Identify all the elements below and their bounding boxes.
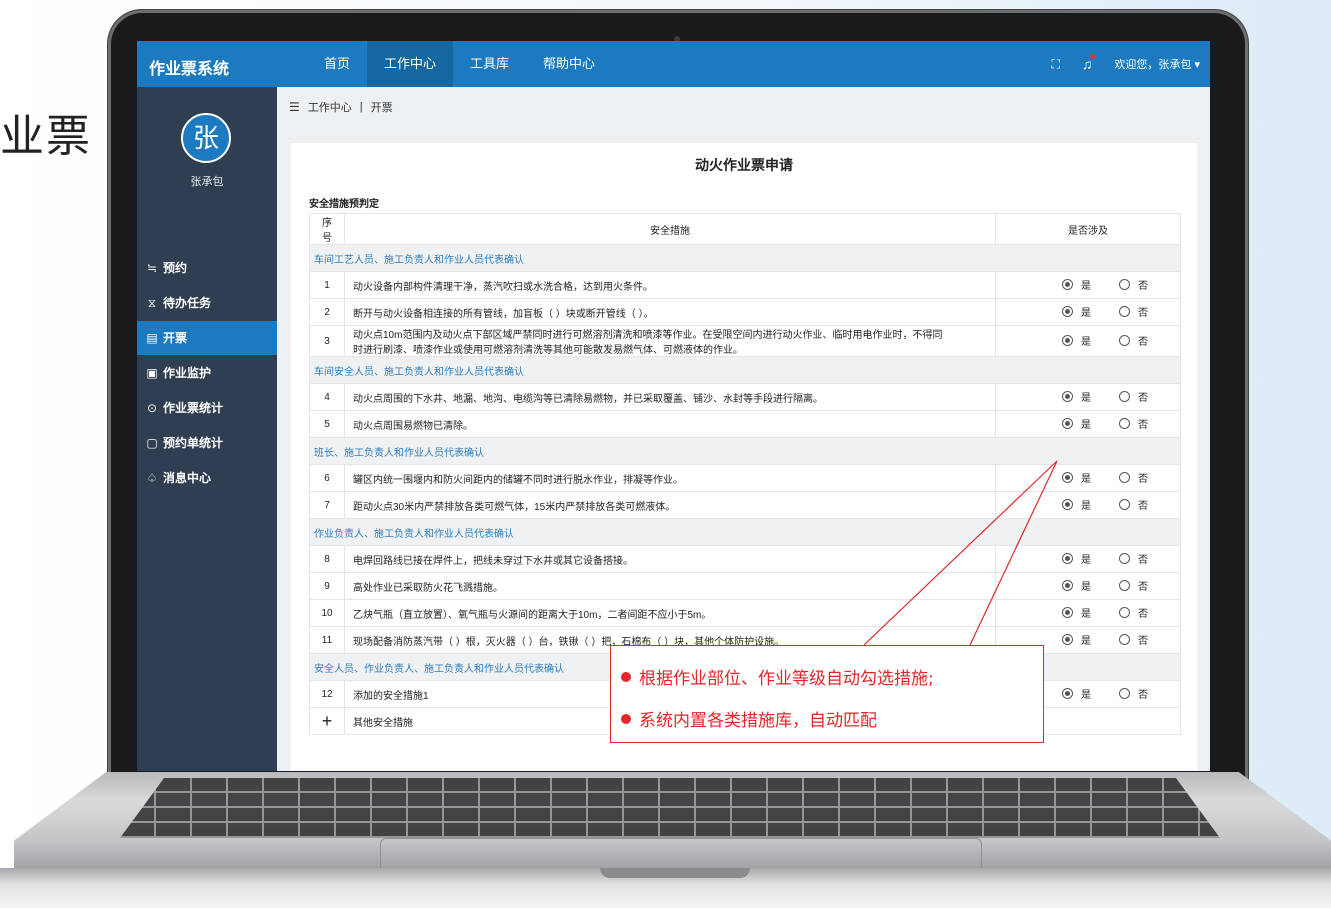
bullet-icon [621, 671, 631, 682]
callout-text: 根据作业部位、作业等级自动勾选措施; [639, 669, 934, 689]
laptop-trackpad [380, 838, 982, 871]
laptop-keyboard [120, 778, 1220, 838]
bullet-icon [621, 713, 631, 724]
callout-line-2: 系统内置各类措施库，自动匹配 [621, 706, 877, 731]
callout-line-1: 根据作业部位、作业等级自动勾选措施; [621, 664, 934, 689]
laptop-notch [600, 868, 750, 878]
app-screen: 作业票系统 首页 工作中心 工具库 帮助中心 ⛶ ♫ 欢迎您，张承包 ▾ 张 张… [137, 41, 1210, 771]
callout-text: 系统内置各类措施库，自动匹配 [639, 711, 877, 731]
feature-callout: 根据作业部位、作业等级自动勾选措施; 系统内置各类措施库，自动匹配 [610, 645, 1044, 743]
slide-title: 业票 [0, 111, 92, 162]
